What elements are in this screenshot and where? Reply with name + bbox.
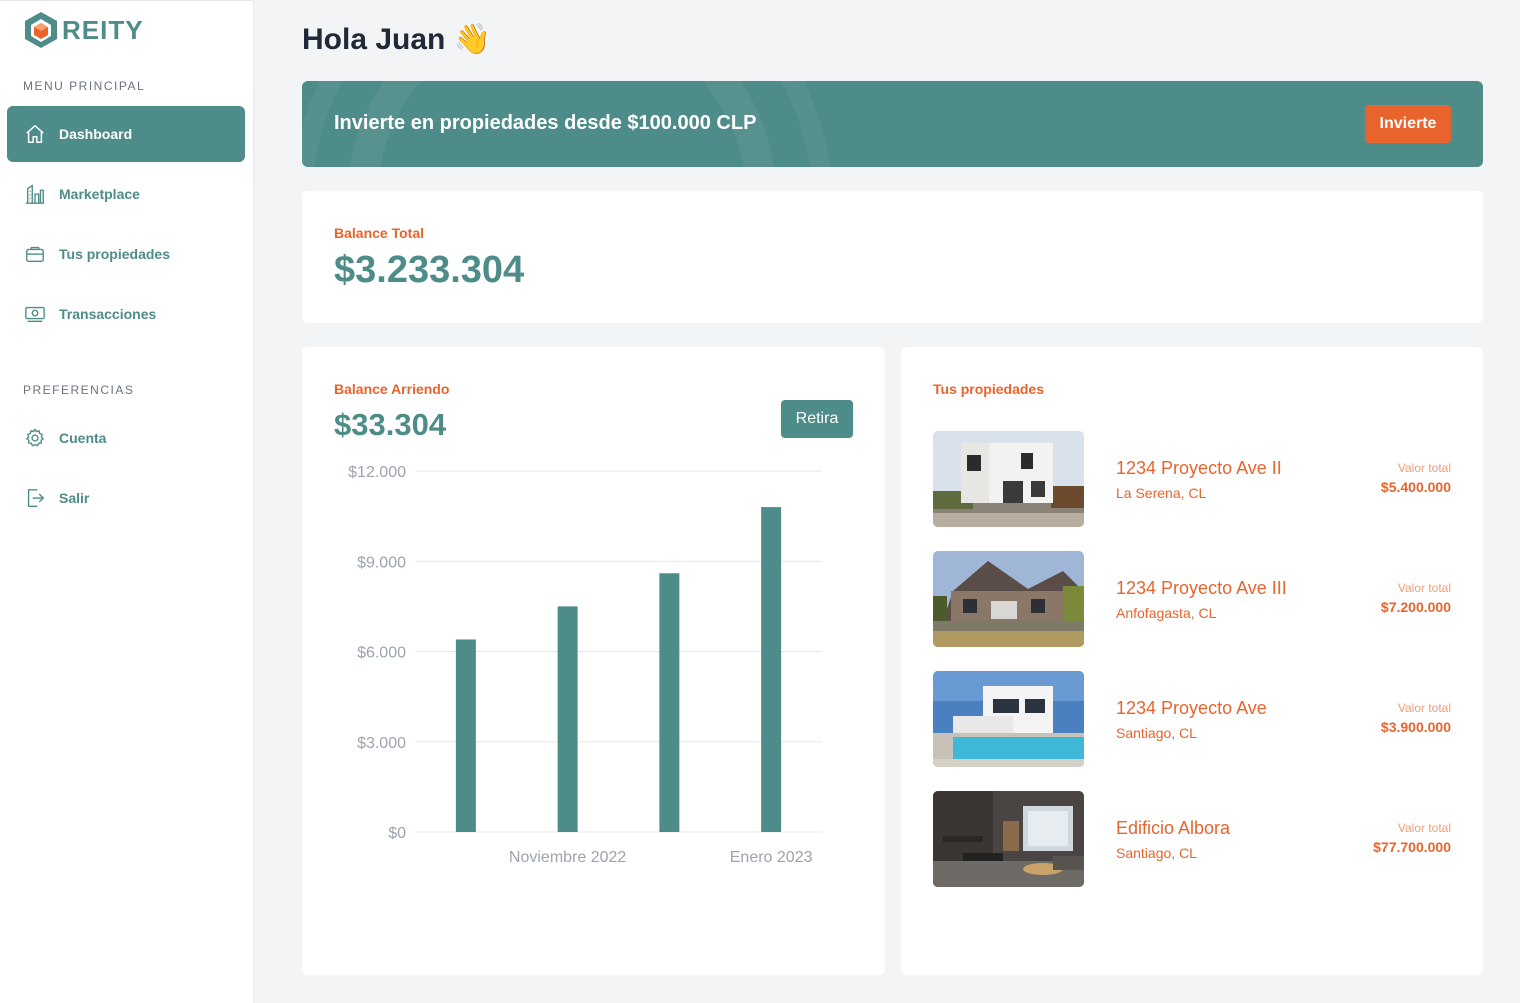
balance-total-card: Balance Total $3.233.304 <box>302 191 1483 323</box>
page-title: Hola Juan 👋 <box>302 23 492 56</box>
chart-x-tick-label: Noviembre 2022 <box>509 849 627 866</box>
home-icon <box>23 122 47 146</box>
property-item[interactable]: 1234 Proyecto Ave Santiago, CL Valor tot… <box>933 671 1451 767</box>
chart-y-tick-label: $6.000 <box>357 645 406 662</box>
logout-icon <box>23 486 47 510</box>
sidebar-item-label: Tus propiedades <box>59 246 170 262</box>
property-location: Anfofagasta, CL <box>1116 605 1217 621</box>
property-name: 1234 Proyecto Ave II <box>1116 458 1282 478</box>
rent-bar-chart: $0 $3.000 $6.000 $9.000 $12.000 Noviembre 202… <box>348 464 822 866</box>
briefcase-icon <box>23 242 47 266</box>
chart-bar <box>557 606 578 832</box>
chart-y-tick-label: $12.000 <box>348 464 406 481</box>
property-value-label: Valor total <box>1397 701 1451 715</box>
balance-arriendo-card: Balance Arriendo $33.304 Retira $0 $3.000… <box>302 347 885 975</box>
sidebar-item-salir[interactable]: Salir <box>7 470 245 526</box>
sidebar-item-dashboard[interactable]: Dashboard <box>7 106 245 162</box>
brand-name: REITY <box>62 14 144 45</box>
invierte-button[interactable]: Invierte <box>1365 105 1451 143</box>
invest-banner: Invierte en propiedades desde $100.000 C… <box>302 81 1483 167</box>
property-value-label: Valor total <box>1397 461 1451 475</box>
sidebar-item-marketplace[interactable]: Marketplace <box>7 166 245 222</box>
property-item[interactable]: Edificio Albora Santiago, CL Valor total… <box>933 791 1451 887</box>
property-location: Santiago, CL <box>1116 725 1197 741</box>
banner-text: Invierte en propiedades desde $100.000 C… <box>334 112 757 134</box>
property-value-label: Valor total <box>1397 821 1451 835</box>
brand-logo[interactable]: REITY <box>22 10 144 50</box>
sidebar-item-label: Marketplace <box>59 186 140 202</box>
property-name: 1234 Proyecto Ave <box>1116 698 1267 718</box>
property-value-label: Valor total <box>1397 581 1451 595</box>
chart-y-tick-label: $9.000 <box>357 554 406 571</box>
property-photo-apartment-interior <box>933 791 1084 887</box>
property-photo-brick-suburban-house <box>933 551 1084 647</box>
chart-bar <box>761 507 782 832</box>
buildings-chart-icon <box>23 182 47 206</box>
property-item[interactable]: 1234 Proyecto Ave II La Serena, CL Valor… <box>933 431 1451 527</box>
sidebar-item-label: Transacciones <box>59 306 157 322</box>
chart-bar <box>455 639 476 832</box>
sidebar-item-tus-propiedades[interactable]: Tus propiedades <box>7 226 245 282</box>
property-location: La Serena, CL <box>1116 485 1207 501</box>
sidebar-item-label: Cuenta <box>59 430 107 446</box>
sidebar-item-cuenta[interactable]: Cuenta <box>7 410 245 466</box>
property-item[interactable]: 1234 Proyecto Ave III Anfofagasta, CL Va… <box>933 551 1451 647</box>
property-photo-villa-with-pool <box>933 671 1084 767</box>
property-photo-modern-white-house <box>933 431 1084 527</box>
money-bill-icon <box>23 302 47 326</box>
balance-total-label: Balance Total <box>334 225 424 241</box>
sidebar-item-transacciones[interactable]: Transacciones <box>7 286 245 342</box>
menu-principal-heading: MENU PRINCIPAL <box>23 79 146 93</box>
chart-y-tick-label: $3.000 <box>357 735 406 752</box>
sidebar-item-label: Dashboard <box>59 126 133 142</box>
property-value: $3.900.000 <box>1380 719 1451 735</box>
properties-title: Tus propiedades <box>933 381 1044 397</box>
property-location: Santiago, CL <box>1116 845 1197 861</box>
property-value: $77.700.000 <box>1373 839 1451 855</box>
chart-x-tick-label: Enero 2023 <box>730 849 813 866</box>
chart-bar <box>659 573 680 832</box>
balance-total-value: $3.233.304 <box>334 249 525 291</box>
property-name: Edificio Albora <box>1116 818 1231 838</box>
sidebar-item-label: Salir <box>59 490 90 506</box>
property-value: $7.200.000 <box>1380 599 1451 615</box>
logo-hexagon-icon <box>25 12 57 48</box>
preferencias-heading: PREFERENCIAS <box>23 383 135 397</box>
sidebar: REITY MENU PRINCIPAL Dashboard Marketpla… <box>0 0 254 1003</box>
gear-icon <box>23 426 47 450</box>
property-value: $5.400.000 <box>1380 479 1451 495</box>
chart-y-tick-label: $0 <box>388 825 406 842</box>
properties-card: Tus propiedades 1234 Proyecto Ave II La … <box>901 347 1483 975</box>
property-name: 1234 Proyecto Ave III <box>1116 578 1287 598</box>
